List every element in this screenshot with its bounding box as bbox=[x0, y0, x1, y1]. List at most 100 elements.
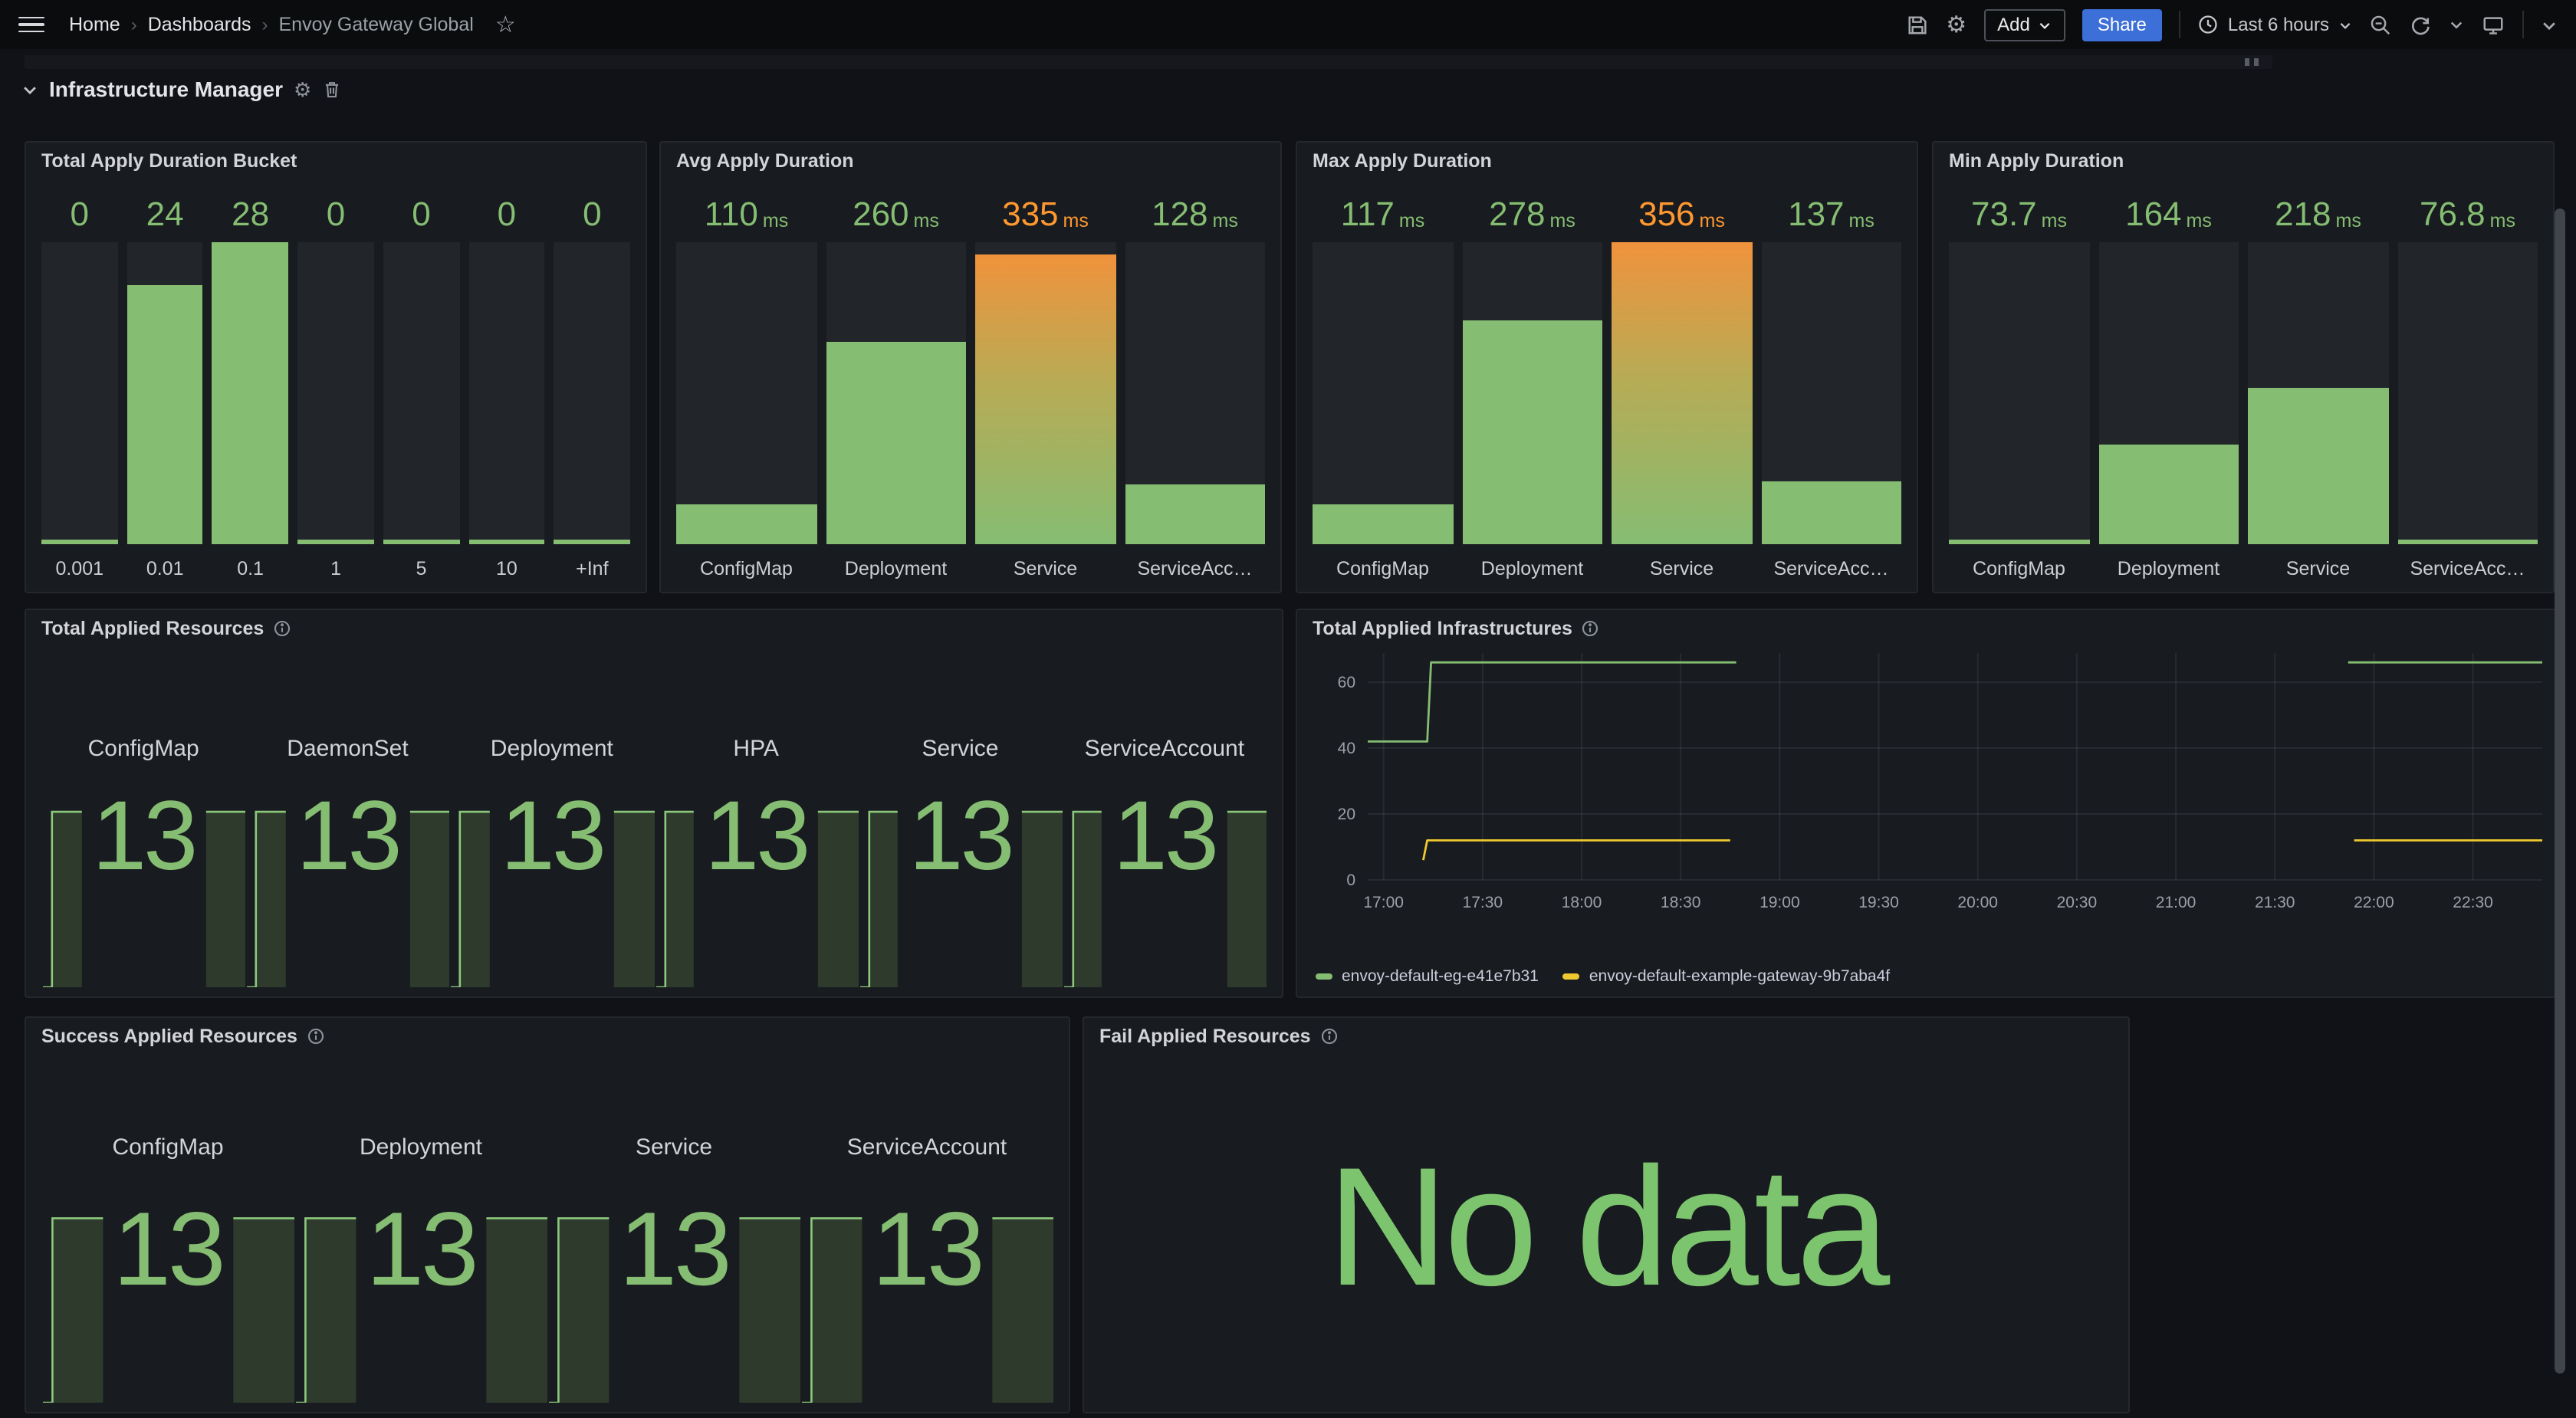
bar-gauge: 0 0.001 24 0.01 28 0.1 0 1 0 5 bbox=[41, 182, 630, 579]
svg-text:17:00: 17:00 bbox=[1363, 894, 1404, 911]
gauge-column: 137ms ServiceAcc… bbox=[1761, 182, 1901, 579]
gauge-column: 0 0.001 bbox=[41, 182, 117, 579]
breadcrumb-home[interactable]: Home bbox=[69, 14, 120, 35]
gauge-bar bbox=[975, 242, 1116, 544]
dashboard-canvas: Infrastructure Manager ⚙ Total Apply Dur… bbox=[0, 49, 2576, 1418]
stat-cell-daemonset: 13 DaemonSet bbox=[245, 647, 449, 987]
stat-value: 13 bbox=[296, 791, 399, 881]
panel-info-icon[interactable] bbox=[1582, 619, 1600, 638]
row-delete-icon[interactable] bbox=[322, 79, 342, 99]
svg-text:20:30: 20:30 bbox=[2057, 894, 2098, 911]
gauge-value: 128ms bbox=[1125, 182, 1265, 231]
panel-info-icon[interactable] bbox=[1320, 1027, 1339, 1045]
stat-title: ServiceAccount bbox=[800, 1134, 1053, 1160]
stat-value-box: 13 bbox=[490, 791, 614, 987]
gauge-column: 0 5 bbox=[383, 182, 459, 579]
gauge-category-label: Service bbox=[2248, 544, 2388, 579]
gauge-column: 128ms ServiceAcc… bbox=[1125, 182, 1265, 579]
gauge-category-label: Service bbox=[975, 544, 1116, 579]
gauge-bar bbox=[212, 242, 288, 544]
zoom-out-icon[interactable] bbox=[2369, 13, 2392, 36]
stat-cell-service: 13 Service bbox=[858, 647, 1062, 987]
panel-fail: Fail Applied Resources No data bbox=[1083, 1016, 2130, 1413]
gauge-column: 164ms Deployment bbox=[2098, 182, 2239, 579]
stat-value: 13 bbox=[909, 791, 1011, 881]
breadcrumb-dashboards[interactable]: Dashboards bbox=[148, 14, 251, 35]
panel-title[interactable]: Max Apply Duration bbox=[1313, 150, 1492, 172]
refresh-interval-chevron-icon[interactable] bbox=[2449, 17, 2464, 32]
stat-title: Service bbox=[858, 736, 1062, 762]
gauge-bar bbox=[826, 242, 966, 544]
time-range-picker[interactable]: Last 6 hours bbox=[2197, 14, 2352, 35]
add-button[interactable]: Add bbox=[1983, 8, 2065, 41]
legend-item[interactable]: envoy-default-eg-e41e7b31 bbox=[1316, 967, 1539, 986]
gauge-bar bbox=[676, 242, 816, 544]
panel-title[interactable]: Total Applied Resources bbox=[41, 618, 264, 639]
panel-title[interactable]: Fail Applied Resources bbox=[1099, 1026, 1311, 1047]
stat-value-box: 13 bbox=[285, 791, 409, 987]
gauge-category-label: 0.1 bbox=[212, 544, 288, 579]
tv-mode-icon[interactable] bbox=[2481, 13, 2505, 36]
svg-text:60: 60 bbox=[1338, 674, 1355, 691]
gauge-bar bbox=[1462, 242, 1602, 544]
stat-value: 13 bbox=[619, 1202, 728, 1298]
panel-header: Total Applied Infrastructures bbox=[1297, 610, 2555, 647]
dashboard-settings-icon[interactable]: ⚙ bbox=[1946, 13, 1967, 36]
breadcrumb-current-dashboard[interactable]: Envoy Gateway Global bbox=[279, 14, 474, 35]
panel-title[interactable]: Total Applied Infrastructures bbox=[1313, 618, 1572, 639]
panel-title[interactable]: Min Apply Duration bbox=[1949, 150, 2124, 172]
gauge-value: 0 bbox=[297, 182, 373, 231]
gauge-value: 24 bbox=[127, 182, 202, 231]
panel-title[interactable]: Success Applied Resources bbox=[41, 1026, 297, 1047]
dashboard-row-header: Infrastructure Manager ⚙ bbox=[21, 77, 342, 101]
stat-value-box: 13 bbox=[608, 1202, 739, 1403]
navbar-more-chevron-icon[interactable] bbox=[2541, 16, 2558, 33]
svg-text:21:00: 21:00 bbox=[2156, 894, 2196, 911]
row-title[interactable]: Infrastructure Manager bbox=[49, 77, 283, 101]
svg-text:22:30: 22:30 bbox=[2453, 894, 2493, 911]
gauge-category-label: ServiceAcc… bbox=[1125, 544, 1265, 579]
stat-value-box: 13 bbox=[1102, 791, 1227, 987]
gauge-category-label: ConfigMap bbox=[1313, 544, 1453, 579]
gauge-category-label: 0.01 bbox=[127, 544, 202, 579]
stat-value: 13 bbox=[501, 791, 603, 881]
gauge-value: 0 bbox=[41, 182, 117, 231]
gauge-category-label: +Inf bbox=[554, 544, 630, 579]
svg-text:17:30: 17:30 bbox=[1463, 894, 1503, 911]
panel-title[interactable]: Total Apply Duration Bucket bbox=[41, 150, 297, 172]
panel-info-icon[interactable] bbox=[307, 1027, 325, 1045]
gauge-bar bbox=[383, 242, 459, 544]
row-settings-icon[interactable]: ⚙ bbox=[294, 79, 311, 99]
bar-gauge: 73.7ms ConfigMap 164ms Deployment 218ms … bbox=[1949, 182, 2538, 579]
refresh-icon[interactable] bbox=[2409, 13, 2432, 36]
svg-text:18:00: 18:00 bbox=[1562, 894, 1602, 911]
share-button[interactable]: Share bbox=[2082, 8, 2162, 41]
gauge-value: 117ms bbox=[1313, 182, 1453, 231]
gauge-category-label: ServiceAcc… bbox=[2397, 544, 2538, 579]
save-icon[interactable] bbox=[1906, 13, 1929, 36]
gauge-column: 356ms Service bbox=[1612, 182, 1752, 579]
stat-value: 13 bbox=[705, 791, 807, 881]
stat-grid: 13 ConfigMap 13 Deployment 13 Service bbox=[41, 1055, 1053, 1403]
panel-drag-handle-icon[interactable] bbox=[2245, 58, 2259, 66]
panel-header: Max Apply Duration bbox=[1297, 143, 1917, 179]
stat-title: ServiceAccount bbox=[1063, 736, 1267, 762]
legend-swatch-icon bbox=[1563, 974, 1580, 980]
legend-item[interactable]: envoy-default-example-gateway-9b7aba4f bbox=[1563, 967, 1890, 986]
scrollbar[interactable] bbox=[2555, 208, 2565, 1374]
stat-title: ConfigMap bbox=[41, 1134, 294, 1160]
stat-cell-deployment: 13 Deployment bbox=[294, 1055, 547, 1403]
stat-cell-serviceaccount: 13 ServiceAccount bbox=[800, 1055, 1053, 1403]
chart-legend: envoy-default-eg-e41e7b31 envoy-default-… bbox=[1316, 967, 1890, 986]
row-collapse-chevron-icon[interactable] bbox=[21, 80, 38, 97]
stat-value: 13 bbox=[366, 1202, 475, 1298]
timeseries-chart[interactable]: 020406017:0017:3018:0018:3019:0019:3020:… bbox=[1303, 647, 2551, 954]
panel-title[interactable]: Avg Apply Duration bbox=[676, 150, 854, 172]
menu-icon[interactable] bbox=[18, 16, 44, 33]
gauge-value-unit: ms bbox=[2336, 211, 2361, 231]
stat-value: 13 bbox=[113, 1202, 222, 1298]
gauge-bar bbox=[41, 242, 117, 544]
gauge-bar bbox=[1313, 242, 1453, 544]
star-icon[interactable]: ☆ bbox=[495, 13, 516, 36]
panel-info-icon[interactable] bbox=[273, 619, 291, 638]
